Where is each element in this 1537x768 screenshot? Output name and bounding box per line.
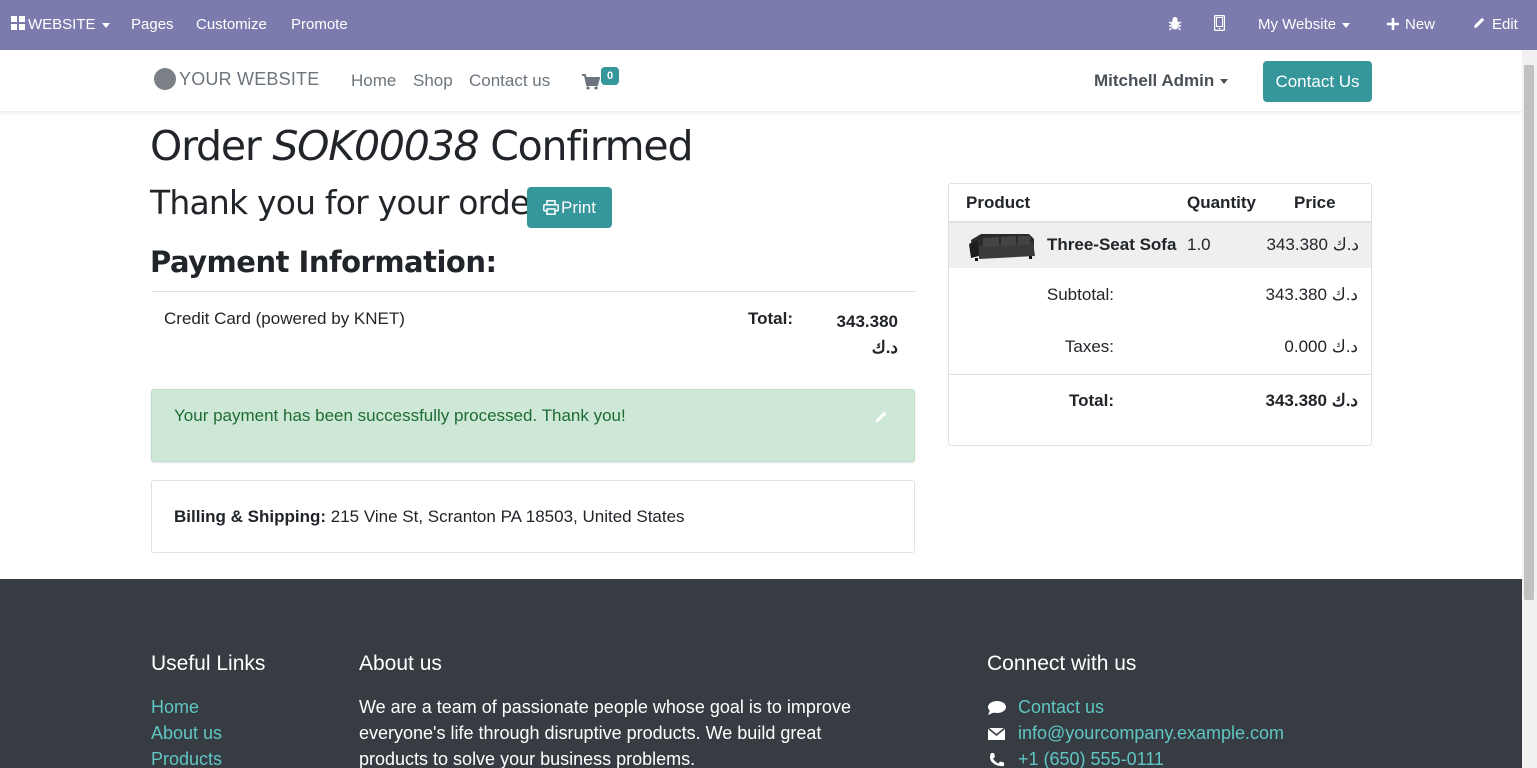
billing-shipping-box: Billing & Shipping: 215 Vine St, Scranto… [151, 480, 915, 553]
nav-contact-us[interactable]: Contact us [469, 71, 550, 91]
customize-menu[interactable]: Customize [196, 0, 267, 50]
total-label: Total: [1068, 391, 1114, 410]
chevron-down-icon [101, 22, 110, 28]
mobile-icon [1213, 14, 1226, 32]
product-name[interactable]: Three-Seat Sofa [1047, 235, 1176, 255]
useful-links-heading: Useful Links [151, 652, 266, 675]
edit-button[interactable]: Edit [1472, 0, 1518, 50]
debug-button[interactable] [1168, 0, 1182, 50]
new-button[interactable]: New [1387, 0, 1435, 50]
order-summary-card: Product Quantity Price Three-Seat Sofa 1… [948, 183, 1372, 446]
col-quantity: Quantity [1187, 193, 1256, 212]
about-us-text: We are a team of passionate people whose… [359, 697, 851, 768]
total-value: 343.380 د.ك [1265, 391, 1359, 410]
thank-you-message: Thank you for your order. [150, 183, 550, 222]
globe-icon [154, 68, 176, 90]
phone-icon [990, 753, 1004, 767]
footer-email-link[interactable]: info@yourcompany.example.com [1018, 723, 1284, 744]
envelope-icon [987, 727, 1006, 740]
subtotal-label: Subtotal: [1046, 285, 1114, 304]
cart-count-badge: 0 [601, 67, 619, 85]
contact-us-button[interactable]: Contact Us [1263, 61, 1372, 102]
col-product: Product [966, 193, 1031, 212]
footer-link-home[interactable]: Home [151, 697, 199, 718]
payment-total-amount: 343.380 د.ك [820, 309, 898, 361]
comment-icon [988, 701, 1006, 715]
billing-shipping-text: Billing & Shipping: 215 Vine St, Scranto… [174, 507, 685, 527]
payment-total-value: 343.380 [836, 312, 898, 331]
billing-label: Billing & Shipping: [174, 507, 327, 526]
payment-method: Credit Card (powered by KNET) [164, 309, 405, 328]
bug-icon [1168, 17, 1182, 31]
apps-grid-icon [11, 16, 25, 30]
billing-address: 215 Vine St, Scranton PA 18503, United S… [330, 507, 685, 526]
pencil-icon[interactable] [874, 410, 888, 424]
product-price: 343.380 د.ك [1266, 235, 1360, 254]
payment-success-alert: Your payment has been successfully proce… [151, 389, 915, 462]
order-number: SOK00038 [272, 122, 479, 170]
printer-icon [543, 200, 559, 215]
website-menu-label: WEBSITE [28, 16, 96, 33]
subtotal-value: 343.380 د.ك [1265, 285, 1359, 304]
payment-total-label: Total: [748, 309, 794, 328]
table-row: Three-Seat Sofa 1.0 343.380 د.ك [949, 223, 1371, 268]
product-thumbnail [969, 234, 1035, 261]
connect-heading: Connect with us [987, 652, 1137, 675]
user-name: Mitchell Admin [1094, 71, 1215, 90]
print-button[interactable]: Print [527, 187, 612, 228]
website-menu[interactable]: WEBSITE [11, 0, 110, 50]
payment-currency: د.ك [871, 338, 898, 357]
payment-info-heading: Payment Information: [150, 245, 497, 279]
footer-phone-link[interactable]: +1 (650) 555-0111 [1018, 749, 1164, 768]
pages-menu[interactable]: Pages [131, 0, 174, 50]
product-quantity: 1.0 [1187, 235, 1211, 254]
pencil-icon [1474, 17, 1485, 28]
new-label: New [1405, 16, 1436, 33]
cart-icon[interactable] [582, 74, 600, 90]
col-price: Price [1294, 193, 1336, 212]
promote-menu[interactable]: Promote [291, 0, 348, 50]
footer-link-about-us[interactable]: About us [151, 723, 222, 744]
order-title-suffix: Confirmed [490, 122, 693, 170]
divider [949, 374, 1371, 375]
nav-shop[interactable]: Shop [413, 71, 453, 91]
print-label: Print [561, 198, 596, 217]
site-footer: Useful Links Home About us Products Abou… [0, 579, 1522, 768]
footer-contact-link[interactable]: Contact us [1018, 697, 1104, 718]
taxes-label: Taxes: [1064, 337, 1114, 356]
user-menu[interactable]: Mitchell Admin [1094, 71, 1229, 91]
logo-text: YOUR WEBSITE [179, 69, 320, 89]
about-us-heading: About us [359, 652, 442, 675]
site-selector[interactable]: My Website [1258, 0, 1351, 50]
order-title: Order SOK00038 Confirmed [150, 122, 693, 170]
edit-label: Edit [1492, 16, 1518, 33]
site-logo[interactable]: YOUR WEBSITE [154, 68, 319, 96]
plus-icon [1387, 18, 1399, 30]
taxes-value: 0.000 د.ك [1284, 337, 1358, 356]
order-title-prefix: Order [150, 122, 262, 170]
nav-home[interactable]: Home [351, 71, 396, 91]
footer-link-products[interactable]: Products [151, 749, 222, 768]
mobile-preview-button[interactable] [1213, 0, 1226, 50]
divider [151, 291, 915, 292]
chevron-down-icon [1342, 22, 1351, 28]
chevron-down-icon [1220, 79, 1229, 85]
alert-message: Your payment has been successfully proce… [174, 406, 626, 425]
scrollbar-thumb[interactable] [1524, 65, 1534, 600]
admin-bar: WEBSITE Pages Customize Promote My Websi… [0, 0, 1537, 50]
page-scrollbar[interactable] [1522, 50, 1537, 768]
site-selector-label: My Website [1258, 16, 1337, 33]
